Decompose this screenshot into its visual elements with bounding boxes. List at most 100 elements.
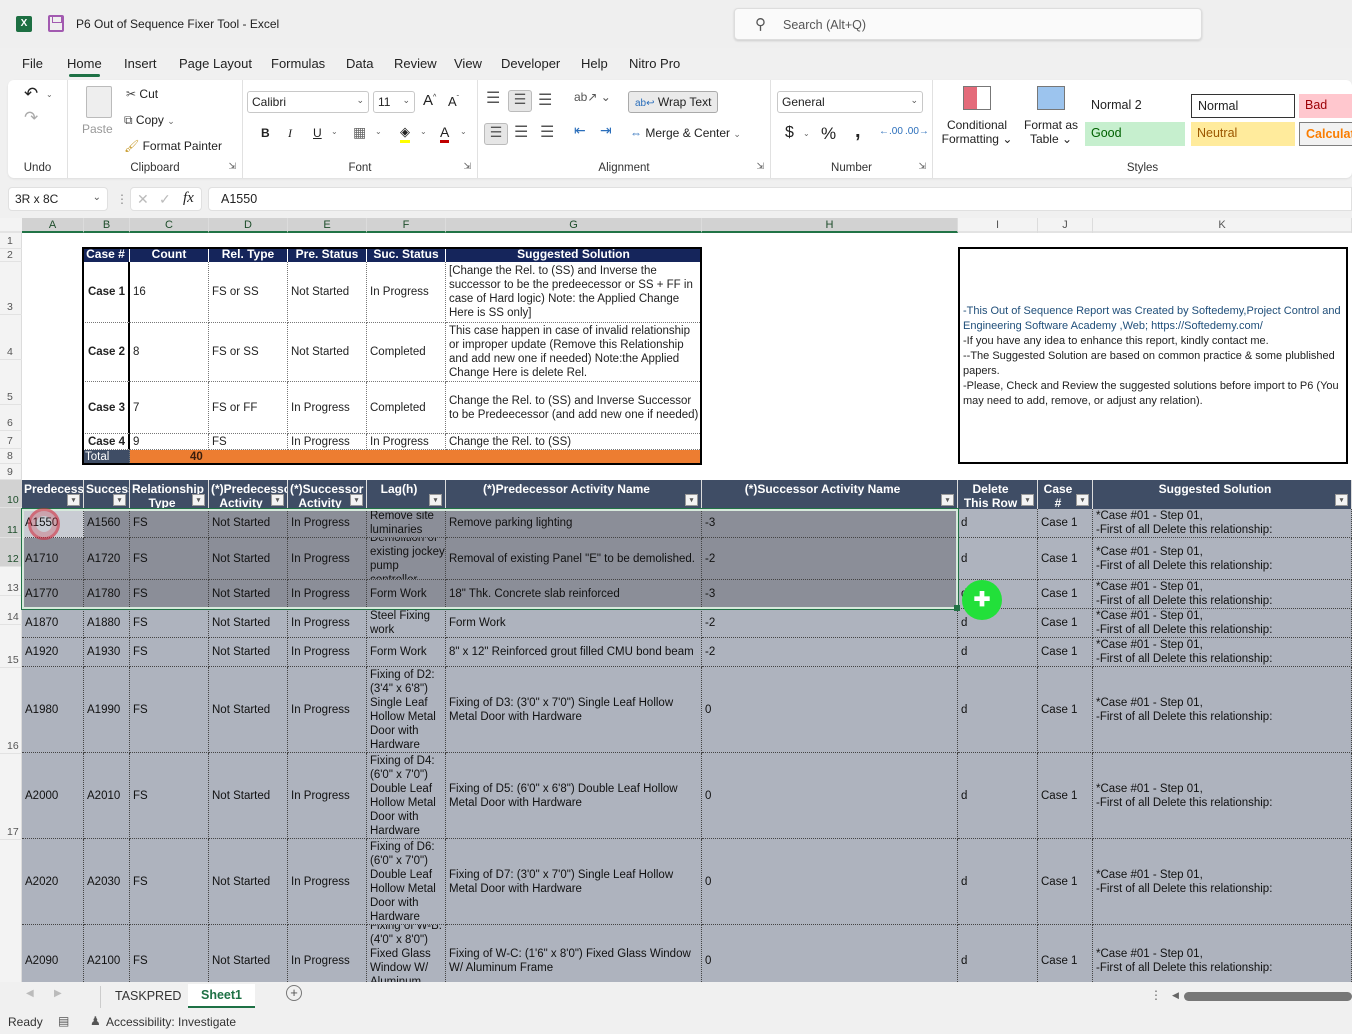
enter-icon[interactable]: ✓	[159, 191, 171, 208]
percent-button[interactable]: %	[821, 124, 836, 144]
format-as-table-button[interactable]: Format as Table ⌄	[1019, 86, 1083, 146]
formula-input[interactable]: A1550	[208, 187, 1352, 211]
summary-cell[interactable]: FS or FF	[209, 382, 288, 434]
table-cell[interactable]: In Progress	[288, 839, 367, 925]
font-name-dropdown[interactable]: Calibri ⌄	[247, 91, 369, 113]
filter-dropdown-icon[interactable]: ▾	[1021, 494, 1034, 506]
table-cell[interactable]: 0	[702, 925, 958, 982]
table-cell[interactable]: A1720	[84, 538, 130, 580]
dialog-launcher-icon[interactable]: ⇲	[756, 161, 764, 172]
table-cell[interactable]: A2030	[84, 839, 130, 925]
conditional-formatting-button[interactable]: Conditional Formatting ⌄	[937, 86, 1017, 146]
tab-data[interactable]: Data	[346, 56, 373, 71]
table-cell[interactable]: Case 1	[1038, 925, 1093, 982]
table-cell[interactable]: Form Work	[367, 580, 446, 609]
table-cell[interactable]: A1770	[22, 580, 84, 609]
tab-review[interactable]: Review	[394, 56, 437, 71]
fill-handle[interactable]	[954, 605, 960, 611]
table-cell[interactable]: *Case #01 - Step 01, -First of all Delet…	[1093, 538, 1352, 580]
table-cell[interactable]: Remove parking lighting	[446, 509, 702, 538]
table-cell[interactable]: -2	[702, 538, 958, 580]
table-cell[interactable]: d	[958, 839, 1038, 925]
table-cell[interactable]: A1560	[84, 509, 130, 538]
table-cell[interactable]: Fixing of D7: (3'0" x 7'0") Single Leaf …	[446, 839, 702, 925]
decrease-font-icon[interactable]: Aˇ	[448, 94, 459, 109]
underline-dropdown-icon[interactable]: ⌄	[331, 127, 338, 136]
table-cell[interactable]: Case 1	[1038, 753, 1093, 839]
summary-cell[interactable]: Case 4	[82, 434, 130, 450]
summary-cell[interactable]: In Progress	[367, 434, 446, 450]
style-calculation[interactable]: Calculation	[1299, 122, 1352, 146]
name-box[interactable]: 3R x 8C ⌄	[8, 187, 108, 211]
format-painter-button[interactable]: 🖌 Format Painter	[124, 139, 222, 153]
summary-cell[interactable]: Not Started	[288, 262, 367, 323]
table-cell[interactable]: *Case #01 - Step 01, -First of all Delet…	[1093, 609, 1352, 638]
table-cell[interactable]: Not Started	[209, 839, 288, 925]
summary-cell[interactable]: [Change the Rel. to (SS) and Inverse the…	[446, 262, 702, 323]
table-cell[interactable]: FS	[130, 609, 209, 638]
table-cell[interactable]: A2090	[22, 925, 84, 982]
table-cell[interactable]: *Case #01 - Step 01, -First of all Delet…	[1093, 509, 1352, 538]
table-cell[interactable]: In Progress	[288, 538, 367, 580]
sheet-tab-taskpred[interactable]: TASKPRED	[100, 986, 195, 1008]
table-cell[interactable]: 8" x 12" Reinforced grout filled CMU bon…	[446, 638, 702, 667]
table-cell[interactable]: d	[958, 667, 1038, 753]
table-cell[interactable]: Form Work	[446, 609, 702, 638]
table-cell[interactable]: *Case #01 - Step 01, -First of all Delet…	[1093, 925, 1352, 982]
undo-dropdown-icon[interactable]: ⌄	[46, 90, 53, 99]
table-cell[interactable]: -2	[702, 609, 958, 638]
summary-cell[interactable]: FS	[209, 434, 288, 450]
table-cell[interactable]: FS	[130, 580, 209, 609]
redo-icon[interactable]: ↷	[24, 108, 38, 128]
table-cell[interactable]: Remove site luminaries	[367, 509, 446, 538]
table-cell[interactable]: d	[958, 538, 1038, 580]
summary-cell[interactable]: 7	[130, 382, 209, 434]
table-cell[interactable]: 0	[702, 839, 958, 925]
borders-dropdown-icon[interactable]: ⌄	[375, 127, 382, 136]
font-color-icon[interactable]: A	[440, 124, 450, 143]
table-cell[interactable]: A1920	[22, 638, 84, 667]
splitter-handle-icon[interactable]: ⋮	[1150, 988, 1162, 1002]
table-cell[interactable]: Fixing of D3: (3'0" x 7'0") Single Leaf …	[446, 667, 702, 753]
next-sheet-icon[interactable]: ▶	[54, 988, 62, 999]
table-cell[interactable]: In Progress	[288, 667, 367, 753]
paste-icon[interactable]	[86, 86, 112, 118]
summary-cell[interactable]: This case happen in case of invalid rela…	[446, 323, 702, 382]
table-cell[interactable]: A1870	[22, 609, 84, 638]
table-cell[interactable]: Not Started	[209, 753, 288, 839]
table-cell[interactable]: Not Started	[209, 609, 288, 638]
tab-developer[interactable]: Developer	[501, 56, 560, 71]
sheet-tab-sheet1[interactable]: Sheet1	[188, 984, 255, 1008]
table-cell[interactable]: Steel Fixing work	[367, 609, 446, 638]
table-cell[interactable]: *Case #01 - Step 01, -First of all Delet…	[1093, 638, 1352, 667]
table-cell[interactable]: Case 1	[1038, 638, 1093, 667]
filter-dropdown-icon[interactable]: ▾	[429, 494, 442, 506]
table-cell[interactable]: d	[958, 509, 1038, 538]
table-cell[interactable]: *Case #01 - Step 01, -First of all Delet…	[1093, 753, 1352, 839]
borders-icon[interactable]: ▦	[353, 124, 366, 141]
summary-cell[interactable]: In Progress	[288, 434, 367, 450]
filter-dropdown-icon[interactable]: ▾	[192, 494, 205, 506]
table-cell[interactable]: d	[958, 753, 1038, 839]
macro-recorder-icon[interactable]: ▤	[58, 1014, 69, 1028]
style-good[interactable]: Good	[1085, 122, 1185, 146]
table-cell[interactable]: A2100	[84, 925, 130, 982]
filter-dropdown-icon[interactable]: ▾	[1076, 494, 1089, 506]
table-cell[interactable]: In Progress	[288, 509, 367, 538]
table-cell[interactable]: *Case #01 - Step 01, -First of all Delet…	[1093, 667, 1352, 753]
summary-cell[interactable]: 8	[130, 323, 209, 382]
accessibility-icon[interactable]: ♟	[90, 1014, 101, 1028]
summary-cell[interactable]: Case 1	[82, 262, 130, 323]
tab-home[interactable]: Home	[67, 56, 102, 77]
table-cell[interactable]: A2010	[84, 753, 130, 839]
table-cell[interactable]: 0	[702, 667, 958, 753]
summary-cell[interactable]: Completed	[367, 382, 446, 434]
table-cell[interactable]: Case 1	[1038, 509, 1093, 538]
table-cell[interactable]: A1980	[22, 667, 84, 753]
summary-cell[interactable]: Change the Rel. to (SS) and Inverse Succ…	[446, 382, 702, 434]
style-normal[interactable]: Normal	[1191, 94, 1295, 118]
summary-cell[interactable]: 16	[130, 262, 209, 323]
align-bottom-icon[interactable]: ☰	[538, 90, 552, 110]
bold-button[interactable]: B	[261, 126, 270, 140]
table-cell[interactable]: 18" Thk. Concrete slab reinforced	[446, 580, 702, 609]
